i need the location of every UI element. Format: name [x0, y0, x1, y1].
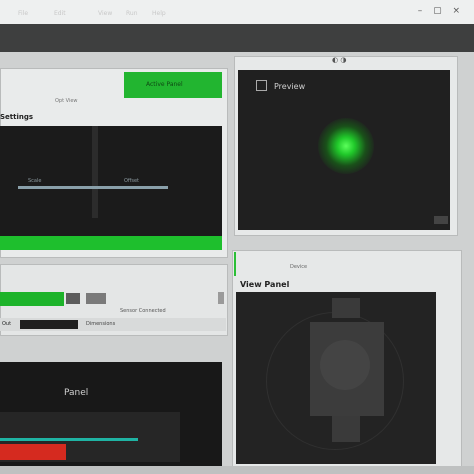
row-prefix: Out [2, 321, 12, 327]
device-bottom-tab [332, 416, 360, 442]
device-lens [320, 340, 370, 390]
control-button-secondary[interactable] [86, 293, 106, 304]
scrollbar[interactable] [218, 292, 224, 304]
panel-title: Settings [0, 113, 34, 121]
viewer-label-right: Offset [124, 178, 140, 184]
green-light-indicator [318, 118, 374, 174]
timeline-indicator [0, 438, 138, 441]
progress-bar [0, 292, 64, 306]
list-item[interactable]: Out Dimensions [0, 318, 226, 331]
menu-item-help[interactable]: Help [152, 10, 166, 17]
panel-bottom-left-title: Panel [64, 388, 89, 398]
window-controls[interactable]: – ▢ × [418, 6, 464, 16]
menu-item-run[interactable]: Run [126, 10, 138, 17]
device-label: Device [290, 264, 308, 270]
viewport-toggle[interactable] [434, 216, 448, 224]
row-text: Dimensions [86, 321, 116, 327]
device-top-tab [332, 298, 360, 318]
view-panel-title: View Panel [240, 280, 290, 289]
panel-header-icons[interactable]: ◐ ◑ [332, 56, 346, 64]
menu-item-view[interactable]: View [98, 10, 112, 17]
preview-label: Preview [274, 82, 306, 91]
record-indicator[interactable] [0, 444, 66, 460]
panel-subtitle: Opt View [55, 98, 78, 104]
menu-item-file[interactable]: File [18, 10, 28, 17]
menu-item-edit[interactable]: Edit [54, 10, 66, 17]
viewer-slider[interactable] [18, 186, 168, 189]
control-button[interactable] [66, 293, 80, 304]
active-panel-header[interactable]: Active Panel [124, 72, 222, 98]
menu-bar [0, 24, 474, 52]
title-bar [0, 0, 474, 24]
viewer-vertical-guide [92, 126, 98, 218]
active-panel-label: Active Panel [146, 81, 183, 88]
device-viewport[interactable] [236, 292, 436, 464]
sensor-label: Sensor Connected [120, 308, 166, 314]
status-bar [0, 466, 474, 474]
panel-accent [234, 252, 236, 276]
preview-viewport[interactable]: Preview [238, 70, 450, 230]
status-strip [0, 236, 222, 250]
row-field[interactable] [20, 320, 78, 329]
viewer-label-left: Scale [28, 178, 42, 184]
preview-checkbox[interactable] [256, 80, 267, 91]
viewer-top-left[interactable]: Scale Offset [0, 126, 222, 236]
